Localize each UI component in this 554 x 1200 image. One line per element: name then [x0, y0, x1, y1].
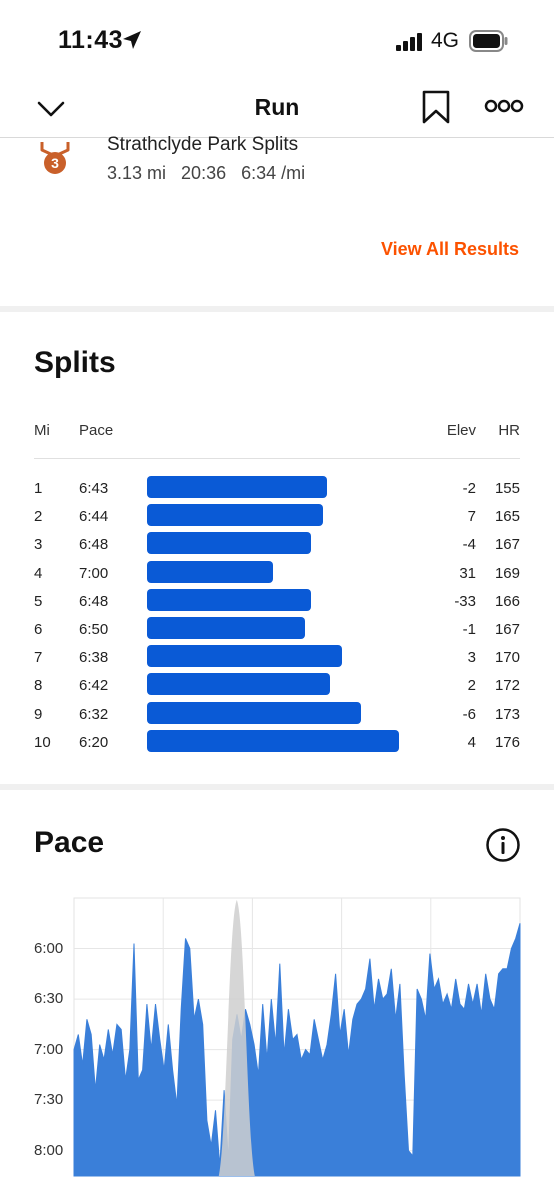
split-pace: 6:50: [79, 621, 109, 638]
split-pace: 6:38: [79, 649, 109, 667]
page-title: Run: [254, 94, 300, 120]
split-mile: 1: [34, 480, 43, 497]
split-pace: 6:44: [79, 508, 109, 526]
y-tick-label: 6:30: [34, 990, 64, 1008]
y-tick-label: 6:00: [34, 939, 64, 957]
pace-chart: 6:00 6:30 7:00 7:30 8:00: [0, 890, 554, 1200]
signal-strength-icon: [396, 33, 422, 51]
split-mile: 5: [34, 592, 43, 610]
split-pace: 6:48: [79, 592, 109, 610]
col-header-mi: Mi: [34, 422, 50, 439]
bookmark-icon[interactable]: [420, 89, 452, 125]
splits-heading: Splits: [34, 346, 116, 379]
splits-table-header: Mi Pace Elev HR: [0, 422, 554, 442]
split-mile: 6: [34, 621, 43, 638]
split-hr: 173: [494, 705, 520, 723]
split-pace: 6:32: [79, 705, 109, 723]
split-elev: 2: [467, 677, 476, 695]
location-arrow-icon: [123, 31, 141, 49]
split-mile: 3: [34, 536, 43, 554]
split-elev: 7: [467, 508, 476, 526]
split-row: 5 6:48 -33 166: [0, 588, 554, 617]
status-bar: 11:43 4G: [0, 0, 554, 80]
split-pace: 6:48: [79, 536, 109, 554]
split-mile: 8: [34, 677, 43, 695]
y-tick-label: 8:00: [34, 1141, 64, 1159]
split-pace: 7:00: [79, 564, 109, 582]
split-pace-bar: [147, 729, 399, 752]
split-row: 10 6:20 4 176: [0, 729, 554, 758]
split-row: 4 7:00 31 169: [0, 560, 554, 589]
segment-result-row[interactable]: 3 Strathclyde Park Splits 3.13 mi 20:36 …: [0, 134, 554, 198]
split-row: 3 6:48 -4 167: [0, 532, 554, 560]
split-elev: 3: [467, 649, 476, 667]
split-hr: 166: [494, 592, 520, 610]
split-mile: 4: [34, 564, 43, 582]
split-pace: 6:42: [79, 677, 109, 695]
more-options-icon[interactable]: [484, 96, 524, 116]
bronze-medal-icon: 3: [40, 142, 70, 174]
split-hr: 172: [494, 677, 520, 695]
split-hr: 155: [494, 480, 520, 497]
y-tick-label: 7:30: [34, 1091, 64, 1109]
split-row: 9 6:32 -6 173: [0, 701, 554, 730]
split-elev: 31: [459, 564, 476, 582]
col-header-elev: Elev: [446, 422, 476, 439]
split-hr: 167: [494, 621, 520, 638]
split-pace-bar: [147, 645, 343, 668]
split-mile: 2: [34, 508, 43, 526]
split-hr: 167: [494, 536, 520, 554]
split-row: 7 6:38 3 170: [0, 645, 554, 673]
col-header-hr: HR: [498, 422, 520, 439]
segment-name: Strathclyde Park Splits: [107, 134, 299, 155]
split-hr: 170: [494, 649, 520, 667]
segment-distance: 3.13 mi: [107, 163, 167, 183]
split-pace-bar: [147, 701, 362, 724]
split-elev: -6: [462, 705, 476, 723]
segment-time: 20:36: [181, 163, 227, 183]
split-pace-bar: [147, 560, 273, 583]
pace-heading: Pace: [34, 826, 105, 859]
segment-stats: 3.13 mi 20:36 6:34 /mi: [107, 163, 305, 184]
split-row: 6 6:50 -1 167: [0, 617, 554, 645]
battery-icon: [469, 30, 508, 52]
split-hr: 176: [494, 733, 520, 751]
split-row: 1 6:43 -2 155: [0, 476, 554, 504]
col-header-pace: Pace: [79, 422, 114, 439]
y-tick-label: 7:00: [34, 1040, 64, 1058]
split-hr: 165: [494, 508, 520, 526]
split-row: 8 6:42 2 172: [0, 673, 554, 701]
view-all-results-link[interactable]: View All Results: [381, 239, 519, 260]
split-pace-bar: [147, 617, 305, 639]
split-mile: 7: [34, 649, 43, 667]
pace-chart-svg: [73, 897, 521, 1177]
split-elev: -33: [454, 592, 476, 610]
section-divider: [0, 784, 554, 790]
split-row: 2 6:44 7 165: [0, 504, 554, 532]
split-elev: -1: [462, 621, 476, 638]
split-mile: 9: [34, 705, 43, 723]
split-pace-bar: [147, 476, 327, 498]
split-hr: 169: [494, 564, 520, 582]
section-divider: [0, 306, 554, 312]
split-pace: 6:43: [79, 480, 109, 497]
segment-pace: 6:34 /mi: [241, 163, 306, 183]
split-pace-bar: [147, 504, 324, 527]
split-pace-bar: [147, 532, 311, 555]
medal-rank: 3: [51, 155, 59, 171]
info-icon[interactable]: [485, 827, 521, 863]
status-time: 11:43: [58, 26, 124, 54]
network-type: 4G: [431, 29, 460, 52]
split-elev: -4: [462, 536, 476, 554]
split-pace: 6:20: [79, 733, 109, 751]
split-elev: 4: [467, 733, 476, 751]
split-elev: -2: [462, 480, 476, 497]
splits-header-divider: [34, 458, 520, 459]
split-pace-bar: [147, 588, 311, 611]
split-mile: 10: [34, 733, 51, 751]
split-pace-bar: [147, 673, 330, 696]
top-nav-bar: Run: [0, 80, 554, 138]
